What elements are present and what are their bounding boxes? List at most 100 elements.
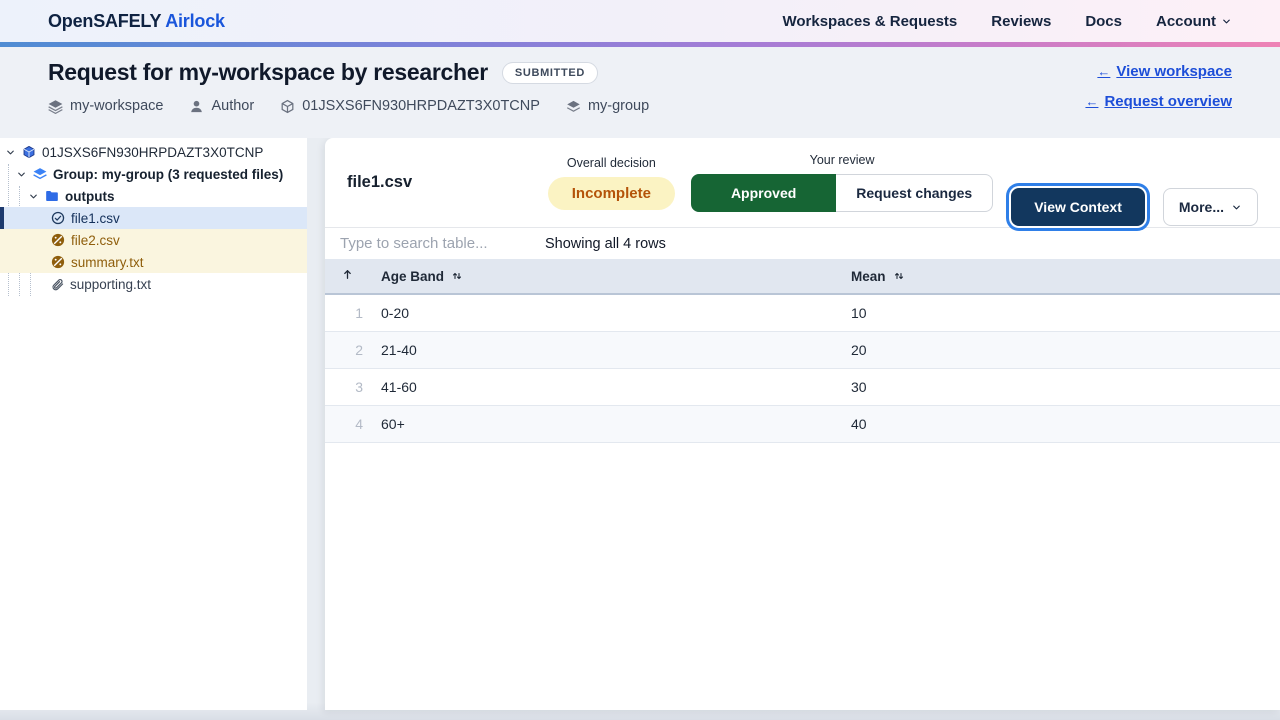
view-workspace-link[interactable]: ← View workspace xyxy=(1097,63,1232,80)
brand-secondary: Airlock xyxy=(165,10,225,31)
approve-button[interactable]: Approved xyxy=(690,174,837,212)
nav-item-workspaces-requests[interactable]: Workspaces & Requests xyxy=(782,13,957,30)
tree-item-request-id[interactable]: 01JSXS6FN930HRPDAZT3X0TCNP xyxy=(0,141,307,163)
table-row: 4 60+ 40 xyxy=(325,405,1280,443)
tree-item-file1[interactable]: file1.csv xyxy=(0,207,307,229)
table-header-row: Age Band Mean xyxy=(325,259,1280,295)
layers-icon xyxy=(33,168,47,180)
chevron-down-icon[interactable] xyxy=(4,147,16,158)
cell-mean: 40 xyxy=(839,405,1280,443)
request-overview-label: Request overview xyxy=(1104,93,1232,110)
row-count-text: Showing all 4 rows xyxy=(545,235,666,252)
nav-account-label: Account xyxy=(1156,12,1216,30)
overall-decision-value-badge: Incomplete xyxy=(547,176,675,210)
table-toolbar: Showing all 4 rows xyxy=(325,228,1280,259)
left-arrow-icon: ← xyxy=(1097,64,1111,79)
header-links: ← View workspace ← Request overview xyxy=(1085,63,1232,110)
layers-icon xyxy=(566,100,580,112)
top-nav: OpenSAFELY Airlock Workspaces & Requests… xyxy=(0,0,1280,42)
pending-circle-icon xyxy=(51,255,65,269)
title-row: Request for my-workspace by researcher S… xyxy=(48,59,1232,86)
meta-row: my-workspace Author 01JSXS6FN930HRPDAZT3… xyxy=(48,98,1232,114)
cell-mean: 30 xyxy=(839,368,1280,406)
tree-item-file2[interactable]: file2.csv xyxy=(0,229,307,251)
tree-item-label: 01JSXS6FN930HRPDAZT3X0TCNP xyxy=(42,144,264,160)
meta-request-id: 01JSXS6FN930HRPDAZT3X0TCNP xyxy=(280,98,540,114)
table-row: 3 41-60 30 xyxy=(325,368,1280,406)
tree-item-label: supporting.txt xyxy=(70,276,152,292)
sort-icon xyxy=(452,272,462,280)
file-tree-sidebar: 01JSXS6FN930HRPDAZT3X0TCNP Group: my-gro… xyxy=(0,138,307,710)
tree-item-group[interactable]: Group: my-group (3 requested files) xyxy=(0,163,307,185)
view-context-button[interactable]: View Context xyxy=(1011,188,1145,226)
overall-decision-group: Overall decision Incomplete xyxy=(547,155,675,210)
your-review-group: Your review Approved Request changes xyxy=(690,153,994,212)
tree-item-supporting[interactable]: supporting.txt xyxy=(0,273,307,295)
app-logo[interactable]: OpenSAFELY Airlock xyxy=(48,11,225,32)
cell-age-band: 0-20 xyxy=(369,294,839,332)
layers-icon xyxy=(48,99,63,114)
chevron-down-icon[interactable] xyxy=(27,191,39,202)
table-row: 1 0-20 10 xyxy=(325,294,1280,332)
pending-circle-icon xyxy=(51,233,65,247)
left-arrow-icon: ← xyxy=(1085,94,1099,109)
chevron-down-icon xyxy=(1233,205,1240,209)
file-title: file1.csv xyxy=(347,173,413,191)
tree-item-label: file2.csv xyxy=(71,232,120,248)
file-panel-header: file1.csv Overall decision Incomplete Yo… xyxy=(325,138,1280,228)
cube-icon xyxy=(281,99,294,113)
folder-icon xyxy=(46,191,58,201)
nav-links: Workspaces & Requests Reviews Docs Accou… xyxy=(782,13,1232,30)
column-header-mean[interactable]: Mean xyxy=(839,259,1280,295)
column-header-age-band[interactable]: Age Band xyxy=(369,259,839,295)
column-header-label: Mean xyxy=(851,268,886,284)
tree-item-outputs-folder[interactable]: outputs xyxy=(0,185,307,207)
column-header-label: Age Band xyxy=(381,268,445,284)
sort-icon xyxy=(894,272,903,280)
overall-decision-label: Overall decision xyxy=(566,155,656,170)
row-index: 2 xyxy=(325,331,369,369)
tree-item-label: summary.txt xyxy=(71,254,144,270)
view-workspace-label: View workspace xyxy=(1116,63,1232,80)
index-sort-header[interactable] xyxy=(325,259,369,295)
meta-workspace: my-workspace xyxy=(48,98,163,114)
row-index: 1 xyxy=(325,294,369,332)
tree-item-label: outputs xyxy=(65,188,115,204)
cube-icon xyxy=(23,145,35,159)
meta-author-label: Author xyxy=(211,98,255,114)
tree-item-summary[interactable]: summary.txt xyxy=(0,251,307,273)
nav-item-account[interactable]: Account xyxy=(1156,13,1232,30)
chevron-down-icon xyxy=(1223,19,1230,23)
status-badge: SUBMITTED xyxy=(501,61,598,84)
row-index: 3 xyxy=(325,368,369,406)
tree-item-label: Group: my-group (3 requested files) xyxy=(53,166,284,182)
request-header: Request for my-workspace by researcher S… xyxy=(0,47,1280,138)
tree-item-label: file1.csv xyxy=(71,210,120,226)
file-panel: file1.csv Overall decision Incomplete Yo… xyxy=(325,138,1280,710)
page-title: Request for my-workspace by researcher xyxy=(48,59,488,85)
cell-age-band: 41-60 xyxy=(369,368,839,406)
cell-age-band: 60+ xyxy=(369,405,839,443)
meta-request-id-label: 01JSXS6FN930HRPDAZT3X0TCNP xyxy=(302,98,540,114)
meta-author: Author xyxy=(189,98,254,114)
search-input[interactable] xyxy=(340,235,545,252)
row-index: 4 xyxy=(325,405,369,443)
nav-item-reviews[interactable]: Reviews xyxy=(991,13,1051,30)
your-review-label: Your review xyxy=(809,153,875,167)
cell-mean: 20 xyxy=(839,331,1280,369)
cell-mean: 10 xyxy=(839,294,1280,332)
file-tree: 01JSXS6FN930HRPDAZT3X0TCNP Group: my-gro… xyxy=(0,141,307,296)
user-icon xyxy=(191,100,203,112)
check-circle-icon xyxy=(51,211,65,225)
meta-group-label: my-group xyxy=(587,98,650,114)
meta-group: my-group xyxy=(566,98,649,114)
request-changes-button[interactable]: Request changes xyxy=(836,174,994,212)
brand-primary: OpenSAFELY xyxy=(48,10,162,31)
panel-gap xyxy=(307,138,325,710)
more-button-label: More... xyxy=(1178,199,1224,215)
more-button[interactable]: More... xyxy=(1162,188,1258,226)
request-overview-link[interactable]: ← Request overview xyxy=(1085,93,1232,110)
content-area: 01JSXS6FN930HRPDAZT3X0TCNP Group: my-gro… xyxy=(0,138,1280,720)
nav-item-docs[interactable]: Docs xyxy=(1085,13,1122,30)
chevron-down-icon[interactable] xyxy=(15,169,27,180)
